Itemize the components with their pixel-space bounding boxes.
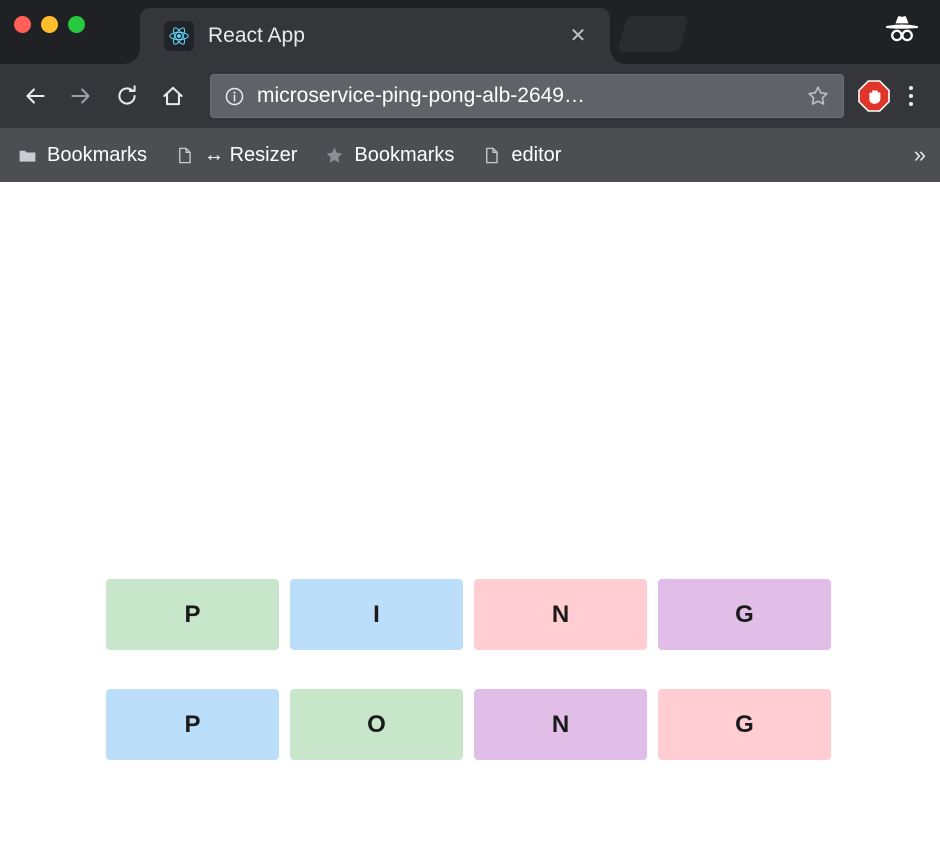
letter-tile[interactable]: N <box>474 579 647 650</box>
bookmark-label: Bookmarks <box>354 143 455 166</box>
forward-button[interactable] <box>58 73 104 119</box>
page-icon <box>173 144 195 166</box>
tab-strip: React App ✕ <box>0 0 940 64</box>
browser-window: React App ✕ microservice-ping-pong-alb-2… <box>0 0 940 846</box>
react-logo-icon <box>164 21 194 51</box>
tile-letter: P <box>184 600 201 628</box>
letter-tile[interactable]: G <box>658 579 831 650</box>
bookmarks-bar: Bookmarks ↔ Resizer Bookmarks editor » <box>0 128 940 182</box>
window-minimize-button[interactable] <box>41 16 58 33</box>
browser-toolbar: microservice-ping-pong-alb-2649… <box>0 64 940 128</box>
tile-letter: G <box>735 600 754 628</box>
back-button[interactable] <box>12 73 58 119</box>
bookmark-item-bookmarks-star[interactable]: Bookmarks <box>321 140 456 171</box>
window-controls <box>14 16 85 33</box>
page-icon <box>480 144 502 166</box>
bookmark-label: ↔ Resizer <box>204 143 298 166</box>
letter-tile[interactable]: P <box>106 579 279 650</box>
window-close-button[interactable] <box>14 16 31 33</box>
tab-close-icon[interactable]: ✕ <box>564 22 592 50</box>
ping-row: P I N G <box>106 579 831 650</box>
window-maximize-button[interactable] <box>68 16 85 33</box>
info-circle-icon[interactable] <box>223 85 245 107</box>
reload-button[interactable] <box>104 73 150 119</box>
bookmark-star-icon[interactable] <box>805 83 831 109</box>
tile-letter: G <box>735 710 754 738</box>
letter-tile[interactable]: N <box>474 689 647 760</box>
letter-tile[interactable]: G <box>658 689 831 760</box>
folder-icon <box>16 144 38 166</box>
new-tab-button[interactable] <box>616 16 690 52</box>
bookmark-item-editor[interactable]: editor <box>478 140 563 171</box>
tile-letter: N <box>551 600 570 628</box>
incognito-icon <box>880 8 924 48</box>
star-icon <box>323 144 345 166</box>
letter-tile[interactable]: I <box>290 579 463 650</box>
three-dot-menu-icon[interactable] <box>894 74 928 118</box>
page-viewport: P I N G P O N G <box>0 182 940 846</box>
url-text[interactable]: microservice-ping-pong-alb-2649… <box>257 84 805 108</box>
pong-row: P O N G <box>106 689 831 760</box>
browser-tab-react-app[interactable]: React App ✕ <box>124 8 626 64</box>
tile-letter: I <box>373 600 380 628</box>
bookmark-label: editor <box>511 143 562 166</box>
tile-letter: O <box>367 710 386 738</box>
tile-letter: P <box>184 710 201 738</box>
tile-letter: N <box>551 710 570 738</box>
bookmarks-overflow-button[interactable]: » <box>914 142 926 168</box>
home-button[interactable] <box>150 73 196 119</box>
address-bar[interactable]: microservice-ping-pong-alb-2649… <box>210 74 844 118</box>
adblock-icon[interactable] <box>854 76 894 116</box>
react-app-root: P I N G P O N G <box>0 182 940 846</box>
letter-tile[interactable]: O <box>290 689 463 760</box>
bookmark-label: Bookmarks <box>47 143 148 166</box>
bookmark-item-bookmarks-folder[interactable]: Bookmarks <box>14 140 149 171</box>
bookmark-item-resizer[interactable]: ↔ Resizer <box>171 140 299 171</box>
tab-title: React App <box>208 24 305 47</box>
letter-tile[interactable]: P <box>106 689 279 760</box>
